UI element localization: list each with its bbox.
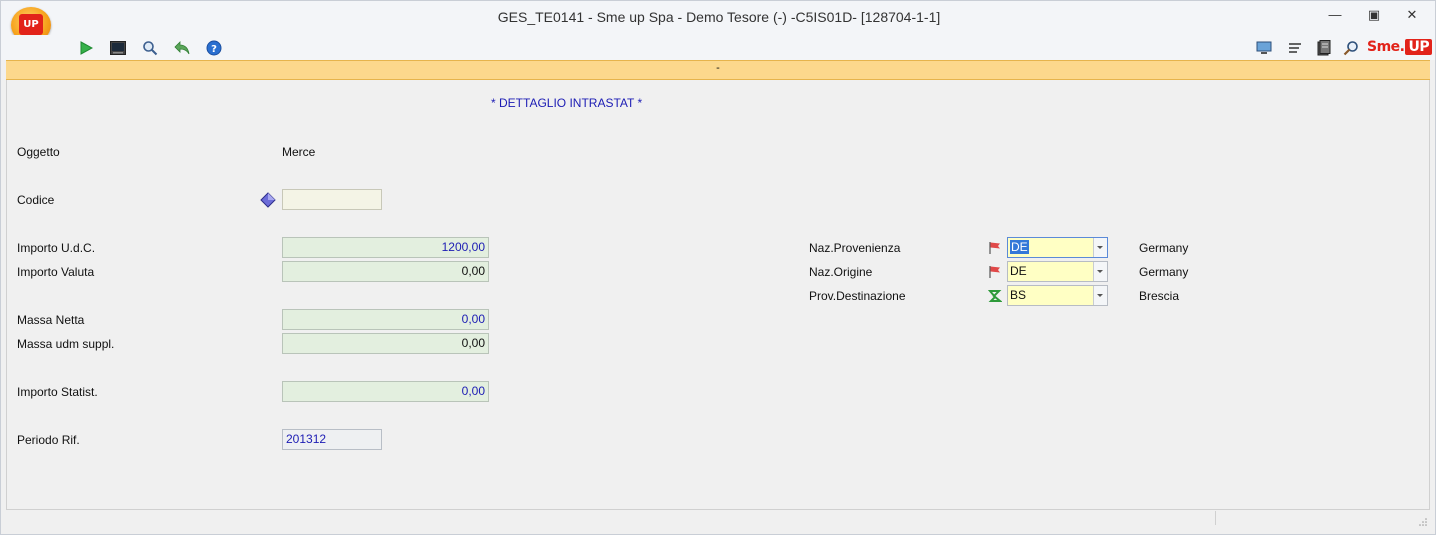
monitor-icon[interactable] xyxy=(1255,39,1273,57)
oggetto-label: Oggetto xyxy=(17,145,60,159)
form-panel xyxy=(6,80,1430,509)
flag-icon[interactable] xyxy=(988,265,1002,279)
svg-text:?: ? xyxy=(211,44,217,55)
importo-valuta-field[interactable]: 0,00 xyxy=(282,261,489,282)
destinazione-value: BS xyxy=(1010,288,1027,302)
toolbar: ? xyxy=(1,35,1435,60)
provenienza-label: Naz.Provenienza xyxy=(809,241,901,255)
codice-label: Codice xyxy=(17,193,55,207)
banner-text: - xyxy=(716,62,720,74)
massa-udm-field[interactable]: 0,00 xyxy=(282,333,489,354)
search-icon[interactable] xyxy=(1342,39,1360,57)
restore-button[interactable]: ▣ xyxy=(1361,7,1387,25)
massa-netta-label: Massa Netta xyxy=(17,313,85,327)
origine-label: Naz.Origine xyxy=(809,265,873,279)
application-window: UP GES_TE0141 - Sme up Spa - Demo Tesore… xyxy=(0,0,1436,535)
oggetto-value: Merce xyxy=(282,145,316,159)
origine-value: DE xyxy=(1010,264,1027,278)
importo-statist-field[interactable]: 0,00 xyxy=(282,381,489,402)
origine-combo[interactable]: DE xyxy=(1007,261,1108,282)
chevron-down-icon[interactable] xyxy=(1093,262,1107,281)
status-bar xyxy=(6,509,1430,527)
status-separator xyxy=(1215,511,1216,525)
brand-badge: UP xyxy=(1405,39,1433,55)
importo-udc-label: Importo U.d.C. xyxy=(17,241,96,255)
chevron-down-icon[interactable] xyxy=(1093,286,1107,305)
massa-udm-label: Massa udm suppl. xyxy=(17,337,115,351)
document-icon[interactable] xyxy=(1315,39,1333,57)
provenienza-combo[interactable]: DE xyxy=(1007,237,1108,258)
list-icon[interactable] xyxy=(1286,39,1304,57)
brand-text: Sme. xyxy=(1367,39,1405,55)
terminal-icon[interactable] xyxy=(109,39,127,57)
chevron-down-icon[interactable] xyxy=(1093,238,1107,257)
section-title: * DETTAGLIO INTRASTAT * xyxy=(491,96,643,110)
destinazione-combo[interactable]: BS xyxy=(1007,285,1108,306)
importo-statist-label: Importo Statist. xyxy=(17,385,98,399)
brand-logo: Sme. UP xyxy=(1367,39,1433,59)
destinazione-desc: Brescia xyxy=(1139,289,1180,303)
minimize-button[interactable]: — xyxy=(1322,7,1348,25)
title-bar: UP GES_TE0141 - Sme up Spa - Demo Tesore… xyxy=(1,1,1435,43)
close-button[interactable]: ✕ xyxy=(1399,7,1425,25)
codice-field[interactable] xyxy=(282,189,382,210)
help-icon[interactable]: ? xyxy=(205,39,223,57)
provenienza-value: DE xyxy=(1010,240,1029,254)
periodo-field[interactable]: 201312 xyxy=(282,429,382,450)
resize-grip-icon[interactable] xyxy=(1419,515,1427,526)
origine-desc: Germany xyxy=(1139,265,1189,279)
provenienza-desc: Germany xyxy=(1139,241,1189,255)
destinazione-label: Prov.Destinazione xyxy=(809,289,906,303)
importo-udc-field[interactable]: 1200,00 xyxy=(282,237,489,258)
flag-icon[interactable] xyxy=(988,241,1002,255)
province-icon[interactable] xyxy=(987,289,1003,303)
zoom-icon[interactable] xyxy=(141,39,159,57)
collapse-banner[interactable]: - xyxy=(6,60,1430,80)
diamond-icon[interactable] xyxy=(260,192,276,208)
play-icon[interactable] xyxy=(77,39,95,57)
massa-netta-field[interactable]: 0,00 xyxy=(282,309,489,330)
periodo-label: Periodo Rif. xyxy=(17,433,80,447)
importo-valuta-label: Importo Valuta xyxy=(17,265,95,279)
window-title: GES_TE0141 - Sme up Spa - Demo Tesore (-… xyxy=(497,9,941,25)
undo-icon[interactable] xyxy=(173,39,191,57)
